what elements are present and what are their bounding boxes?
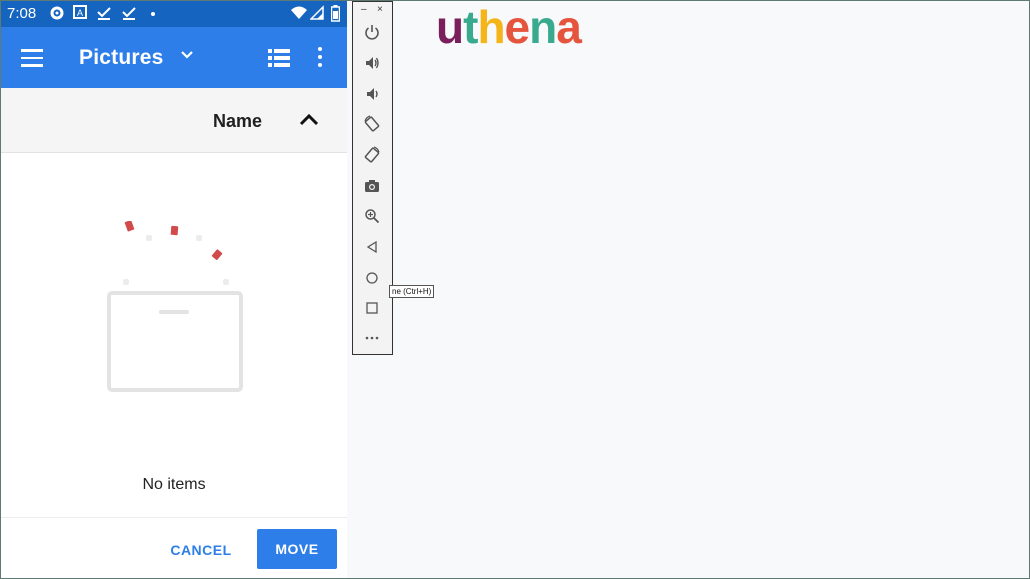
- svg-text:A: A: [77, 8, 83, 18]
- logo-letter: a: [556, 1, 582, 53]
- dialog-footer: CANCEL MOVE: [1, 517, 347, 578]
- more-vert-icon[interactable]: [317, 47, 323, 71]
- chevron-up-icon[interactable]: [297, 110, 321, 130]
- battery-icon: [331, 5, 340, 22]
- phone-screen: 7:08 A Pictures Name No items CANCEL MOV…: [1, 1, 347, 578]
- power-icon[interactable]: [362, 22, 382, 42]
- camera-icon[interactable]: [362, 176, 382, 196]
- status-time: 7:08: [7, 5, 37, 22]
- settings-icon: [50, 6, 64, 20]
- overview-icon[interactable]: [362, 298, 382, 318]
- rotate-left-icon[interactable]: [362, 114, 382, 134]
- sort-label[interactable]: Name: [213, 111, 262, 132]
- zoom-icon[interactable]: [362, 206, 382, 226]
- back-icon[interactable]: [362, 237, 382, 257]
- cancel-button[interactable]: CANCEL: [161, 532, 241, 568]
- wifi-icon: [291, 6, 307, 19]
- empty-message: No items: [142, 476, 206, 493]
- folder-title[interactable]: Pictures: [79, 46, 163, 70]
- logo-letter: t: [463, 1, 478, 53]
- hamburger-menu-icon[interactable]: [21, 49, 43, 67]
- sort-bar[interactable]: Name: [1, 88, 347, 153]
- a-badge-icon: A: [73, 5, 87, 19]
- volume-up-icon[interactable]: [362, 53, 382, 73]
- status-bar: 7:08 A: [1, 1, 347, 27]
- signal-icon: [310, 5, 324, 20]
- logo-letter: n: [529, 1, 557, 53]
- check-icon: [97, 7, 111, 20]
- move-button[interactable]: MOVE: [257, 529, 337, 569]
- emulator-toolbar: – ×: [352, 1, 393, 355]
- empty-folder-illustration: [107, 221, 243, 392]
- list-view-icon[interactable]: [268, 49, 290, 67]
- dot-icon: [151, 12, 155, 16]
- chevron-down-icon[interactable]: [179, 47, 195, 63]
- tooltip: ne (Ctrl+H): [389, 285, 435, 298]
- volume-down-icon[interactable]: [362, 84, 382, 104]
- rotate-right-icon[interactable]: [362, 145, 382, 165]
- check-icon: [122, 7, 136, 20]
- logo-letter: h: [477, 1, 505, 53]
- logo-letter: u: [436, 1, 464, 53]
- uthena-logo: uthena: [436, 0, 582, 54]
- close-button[interactable]: ×: [377, 4, 383, 15]
- app-bar: Pictures: [1, 27, 347, 88]
- logo-letter: e: [504, 1, 531, 53]
- minimize-button[interactable]: –: [361, 4, 367, 15]
- home-icon[interactable]: [362, 268, 382, 288]
- more-icon[interactable]: [362, 328, 382, 348]
